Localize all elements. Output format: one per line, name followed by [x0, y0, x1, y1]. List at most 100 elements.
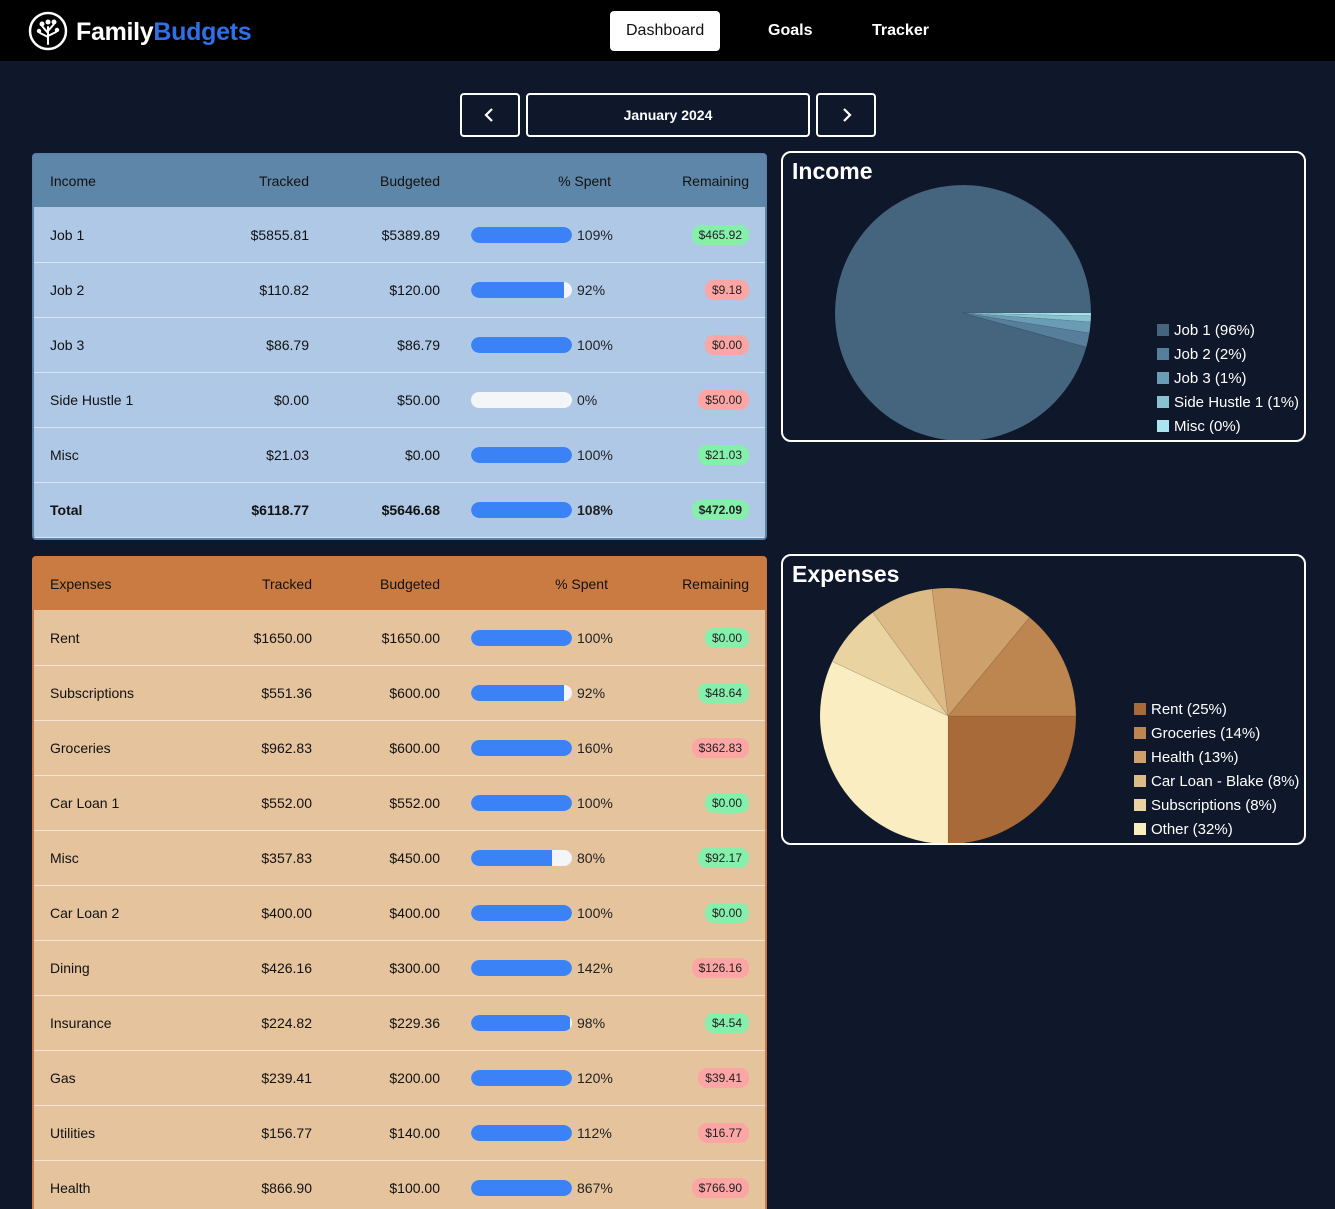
table-row[interactable]: Misc $21.03 $0.00 100% $21.03 — [34, 428, 765, 483]
income-table-header: Income Tracked Budgeted % Spent Remainin… — [34, 155, 765, 208]
legend-label: Other (32%) — [1151, 820, 1233, 838]
previous-month-button[interactable] — [460, 93, 520, 137]
nav-goals[interactable]: Goals — [752, 11, 828, 51]
row-pct-spent: 100% — [471, 318, 613, 372]
table-row[interactable]: Job 1 $5855.81 $5389.89 109% $465.92 — [34, 208, 765, 263]
row-tracked: $156.77 — [261, 1125, 312, 1141]
header-budgeted: Budgeted — [380, 173, 440, 189]
legend-item[interactable]: Misc (0%) — [1157, 414, 1299, 438]
progress-bar — [471, 337, 572, 353]
row-remaining: $16.77 — [698, 1106, 749, 1160]
remaining-badge: $4.54 — [704, 1013, 749, 1033]
row-budgeted: $552.00 — [389, 795, 440, 811]
legend-item[interactable]: Rent (25%) — [1134, 697, 1299, 721]
table-row[interactable]: Job 2 $110.82 $120.00 92% $9.18 — [34, 263, 765, 318]
table-row[interactable]: Rent $1650.00 $1650.00 100% $0.00 — [34, 611, 765, 666]
table-row[interactable]: Subscriptions $551.36 $600.00 92% $48.64 — [34, 666, 765, 721]
progress-bar — [471, 960, 572, 976]
legend-swatch — [1157, 348, 1169, 360]
next-month-button[interactable] — [816, 93, 876, 137]
row-budgeted: $100.00 — [389, 1180, 440, 1196]
remaining-badge: $472.09 — [691, 500, 749, 520]
row-name: Dining — [50, 960, 90, 976]
nav-dashboard[interactable]: Dashboard — [610, 11, 721, 51]
table-row[interactable]: Side Hustle 1 $0.00 $50.00 0% $50.00 — [34, 373, 765, 428]
table-row[interactable]: Utilities $156.77 $140.00 112% $16.77 — [34, 1106, 765, 1161]
legend-item[interactable]: Job 3 (1%) — [1157, 366, 1299, 390]
pct-text: 108% — [577, 502, 613, 518]
progress-fill — [471, 685, 564, 701]
table-row[interactable]: Car Loan 2 $400.00 $400.00 100% $0.00 — [34, 886, 765, 941]
legend-item[interactable]: Other (32%) — [1134, 817, 1299, 841]
table-row[interactable]: Car Loan 1 $552.00 $552.00 100% $0.00 — [34, 776, 765, 831]
progress-fill — [471, 795, 572, 811]
row-budgeted: $140.00 — [389, 1125, 440, 1141]
legend-item[interactable]: Car Loan - Blake (8%) — [1134, 769, 1299, 793]
row-remaining: $0.00 — [704, 611, 749, 665]
progress-bar — [471, 392, 572, 408]
remaining-badge: $0.00 — [704, 903, 749, 923]
remaining-badge: $0.00 — [704, 335, 749, 355]
brand-part-1: Family — [76, 18, 154, 46]
remaining-badge: $92.17 — [698, 848, 749, 868]
legend-label: Health (13%) — [1151, 748, 1239, 766]
legend-item[interactable]: Job 1 (96%) — [1157, 318, 1299, 342]
progress-fill — [471, 1015, 570, 1031]
legend-item[interactable]: Side Hustle 1 (1%) — [1157, 390, 1299, 414]
legend-item[interactable]: Subscriptions (8%) — [1134, 793, 1299, 817]
row-name: Subscriptions — [50, 685, 135, 701]
progress-fill — [471, 502, 572, 518]
total-row[interactable]: Total $6118.77 $5646.68 108% $472.09 — [34, 483, 765, 538]
row-name: Gas — [50, 1070, 76, 1086]
row-name: Groceries — [50, 740, 111, 756]
nav-tracker[interactable]: Tracker — [856, 11, 945, 51]
remaining-badge: $50.00 — [698, 390, 749, 410]
progress-bar — [471, 1015, 572, 1031]
progress-bar — [471, 905, 572, 921]
top-navbar: FamilyBudgets Dashboard Goals Tracker — [0, 0, 1335, 61]
tree-logo-icon[interactable] — [28, 11, 68, 51]
progress-fill — [471, 740, 572, 756]
table-row[interactable]: Misc $357.83 $450.00 80% $92.17 — [34, 831, 765, 886]
legend-item[interactable]: Groceries (14%) — [1134, 721, 1299, 745]
header-pct-spent: % Spent — [558, 173, 611, 189]
legend-label: Car Loan - Blake (8%) — [1151, 772, 1300, 790]
row-tracked: $110.82 — [259, 282, 309, 298]
legend-label: Job 3 (1%) — [1174, 369, 1247, 387]
progress-fill — [471, 630, 572, 646]
table-row[interactable]: Job 3 $86.79 $86.79 100% $0.00 — [34, 318, 765, 373]
legend-item[interactable]: Health (13%) — [1134, 745, 1299, 769]
chevron-left-icon — [484, 108, 493, 122]
row-budgeted: $450.00 — [389, 850, 440, 866]
pct-text: 98% — [577, 1015, 606, 1031]
row-pct-spent: 92% — [471, 263, 605, 317]
legend-swatch — [1134, 751, 1146, 763]
pct-text: 160% — [577, 740, 613, 756]
row-pct-spent: 100% — [471, 428, 613, 482]
pct-text: 80% — [577, 850, 606, 866]
remaining-badge: $126.16 — [691, 958, 749, 978]
brand-name[interactable]: FamilyBudgets — [76, 18, 252, 47]
legend-swatch — [1134, 799, 1146, 811]
pie-slice[interactable] — [947, 715, 1077, 843]
legend-label: Groceries (14%) — [1151, 724, 1261, 742]
table-row[interactable]: Health $866.90 $100.00 867% $766.90 — [34, 1161, 765, 1209]
pct-text: 100% — [577, 630, 613, 646]
row-name: Job 1 — [50, 227, 85, 243]
table-row[interactable]: Dining $426.16 $300.00 142% $126.16 — [34, 941, 765, 996]
legend-label: Subscriptions (8%) — [1151, 796, 1277, 814]
table-row[interactable]: Insurance $224.82 $229.36 98% $4.54 — [34, 996, 765, 1051]
progress-bar — [471, 795, 572, 811]
progress-bar — [471, 447, 572, 463]
pie-slice[interactable] — [834, 184, 1092, 440]
row-tracked: $239.41 — [261, 1070, 312, 1086]
progress-bar — [471, 630, 572, 646]
row-name: Car Loan 1 — [50, 795, 120, 811]
income-chart-card: Income Job 1 (96%) Job 2 (2%) Job 3 (1%) Si… — [781, 151, 1306, 442]
table-row[interactable]: Groceries $962.83 $600.00 160% $362.83 — [34, 721, 765, 776]
legend-item[interactable]: Job 2 (2%) — [1157, 342, 1299, 366]
row-tracked: $0.00 — [273, 392, 309, 408]
legend-label: Misc (0%) — [1174, 417, 1241, 435]
row-remaining: $4.54 — [704, 996, 749, 1050]
table-row[interactable]: Gas $239.41 $200.00 120% $39.41 — [34, 1051, 765, 1106]
